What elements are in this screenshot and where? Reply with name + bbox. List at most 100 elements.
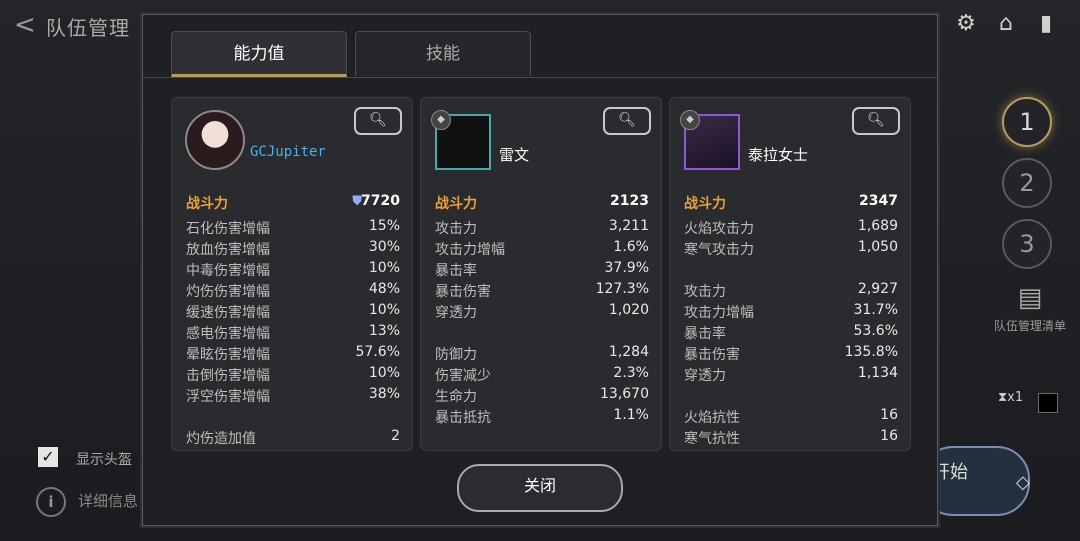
stat-name: 暴击率 xyxy=(684,326,726,342)
stat-row: 石化伤害增幅 15% xyxy=(172,218,412,239)
stat-name: 攻击力增幅 xyxy=(435,242,505,258)
stat-list[interactable]: 石化伤害增幅 15% 放血伤害增幅 30% 中毒伤害增幅 10% 灼伤伤害增幅 48% 缓速伤害… xyxy=(172,218,412,444)
stat-row: 中毒伤害增幅 10% xyxy=(172,260,412,281)
stat-value: 2,927 xyxy=(857,281,898,297)
stat-name: 暴击抵抗 xyxy=(435,410,491,426)
stat-value: 1,689 xyxy=(857,218,898,234)
stat-name: 灼伤造加值 xyxy=(186,431,256,444)
power-value: 2123 xyxy=(610,193,649,209)
stat-name: 缓速伤害增幅 xyxy=(186,305,270,321)
stat-value: 53.6% xyxy=(853,323,898,339)
avatar xyxy=(185,110,245,170)
stat-list[interactable]: 攻击力 3,211 攻击力增幅 1.6% 暴击率 37.9% 暴击伤害 127.3% 穿透力 1,… xyxy=(421,218,661,444)
power-row: 战斗力 2347 xyxy=(670,193,910,217)
stat-value: 48% xyxy=(368,281,400,297)
stat-name: 暴击伤害 xyxy=(435,284,491,300)
stat-row xyxy=(172,407,412,428)
stat-row: 寒气攻击力 1,050 xyxy=(670,239,910,260)
stat-name: 穿透力 xyxy=(435,305,477,321)
stat-value: 1.6% xyxy=(613,239,649,255)
stat-value: 1,284 xyxy=(608,344,649,360)
stat-row: 暴击抵抗 1.1% xyxy=(421,407,661,428)
rank-icon: ◆ xyxy=(431,110,451,130)
stat-name: 火焰抗性 xyxy=(684,410,740,426)
magnify-button[interactable]: 🔍︎ xyxy=(603,107,651,135)
team-slot-3[interactable]: 3 xyxy=(1002,219,1052,269)
stat-value: 135.8% xyxy=(844,344,898,360)
stat-name: 暴击率 xyxy=(435,263,477,279)
details-label[interactable]: 详细信息 xyxy=(78,490,138,511)
stat-value: 10% xyxy=(368,260,400,276)
magnify-button[interactable]: 🔍︎ xyxy=(354,107,402,135)
gear-icon[interactable]: ⚙ xyxy=(952,10,980,38)
stat-value: 2.3% xyxy=(613,365,649,381)
stat-name: 火焰攻击力 xyxy=(684,221,754,237)
stat-row: 暴击伤害 127.3% xyxy=(421,281,661,302)
panel-header: ◆ 雷文 🔍︎ xyxy=(421,98,661,183)
stat-value: 1,134 xyxy=(857,365,898,381)
stat-row: 穿透力 1,020 xyxy=(421,302,661,323)
stat-name: 暴击伤害 xyxy=(684,347,740,363)
stat-value: 30% xyxy=(368,239,400,255)
power-label: 战斗力 xyxy=(684,196,726,212)
battery-icon: ▮ xyxy=(1039,11,1053,36)
hourglass-icon: ⧗ xyxy=(998,390,1008,405)
rank-icon: ◆ xyxy=(680,110,700,130)
back-arrow-icon[interactable]: < xyxy=(14,10,36,40)
stat-value: 37.9% xyxy=(604,260,649,276)
stat-value: 16 xyxy=(880,428,898,444)
stat-name: 击倒伤害增幅 xyxy=(186,368,270,384)
power-label: 战斗力 xyxy=(186,196,228,212)
magnify-button[interactable]: 🔍︎ xyxy=(852,107,900,135)
stat-name: 寒气抗性 xyxy=(684,431,740,444)
stat-value: 13% xyxy=(368,323,400,339)
stat-list[interactable]: 火焰攻击力 1,689 寒气攻击力 1,050 攻击力 2,927 攻击力增幅 31.7% 暴击… xyxy=(670,218,910,444)
stat-name: 穿透力 xyxy=(684,368,726,384)
document-icon: ▤ xyxy=(1017,283,1043,313)
power-value: 7720 xyxy=(361,193,400,209)
character-name: 泰拉女士 xyxy=(748,146,809,164)
stat-row xyxy=(421,323,661,344)
tab-skills[interactable]: 技能 xyxy=(355,31,531,76)
show-helmet-checkbox[interactable]: ✓ xyxy=(38,447,58,467)
stat-value: 3,211 xyxy=(608,218,649,234)
power-label: 战斗力 xyxy=(435,196,477,212)
stat-name: 伤害减少 xyxy=(435,368,491,384)
close-button[interactable]: 关闭 xyxy=(457,464,623,512)
stat-name: 寒气攻击力 xyxy=(684,242,754,258)
power-value: 2347 xyxy=(859,193,898,209)
stat-row xyxy=(670,386,910,407)
stat-value: 10% xyxy=(368,302,400,318)
stat-value: 57.6% xyxy=(355,344,400,360)
team-slot-1[interactable]: 1 xyxy=(1002,97,1052,147)
stat-row: 放血伤害增幅 30% xyxy=(172,239,412,260)
stat-row: 伤害减少 2.3% xyxy=(421,365,661,386)
stat-value: 16 xyxy=(880,407,898,423)
stat-name: 防御力 xyxy=(435,347,477,363)
character-panel-2: ◆ 雷文 🔍︎ 战斗力 2123 攻击力 3,211 攻击力增幅 1.6% 暴击率 37.… xyxy=(420,97,662,451)
stat-value: 31.7% xyxy=(853,302,898,318)
tab-bar: 能力值 技能 xyxy=(171,31,531,77)
stat-row: 攻击力增幅 1.6% xyxy=(421,239,661,260)
stat-row: 灼伤伤害增幅 48% xyxy=(172,281,412,302)
team-list-button[interactable]: ▤ 队伍管理清单 xyxy=(990,283,1070,334)
stat-row: 感电伤害增幅 13% xyxy=(172,323,412,344)
page-title: 队伍管理 xyxy=(46,16,130,40)
stat-row: 火焰攻击力 1,689 xyxy=(670,218,910,239)
info-icon[interactable]: i xyxy=(36,487,66,517)
stat-value: 1.1% xyxy=(613,407,649,423)
home-icon[interactable]: ⌂ xyxy=(992,10,1020,38)
team-slot-2[interactable]: 2 xyxy=(1002,158,1052,208)
stat-row xyxy=(670,260,910,281)
stat-name: 晕眩伤害增幅 xyxy=(186,347,270,363)
hourglass-counter: ⧗x1 xyxy=(998,390,1023,405)
character-name: 雷文 xyxy=(499,146,530,164)
tab-stats[interactable]: 能力值 xyxy=(171,31,347,77)
stat-row: 灼伤造加值 2 xyxy=(172,428,412,444)
diamond-icon: ◇ xyxy=(1016,472,1030,493)
show-helmet-label: 显示头盔 xyxy=(76,452,132,468)
stat-name: 放血伤害增幅 xyxy=(186,242,270,258)
stat-row: 暴击率 37.9% xyxy=(421,260,661,281)
black-box xyxy=(1038,393,1058,413)
stat-name: 石化伤害增幅 xyxy=(186,221,270,237)
